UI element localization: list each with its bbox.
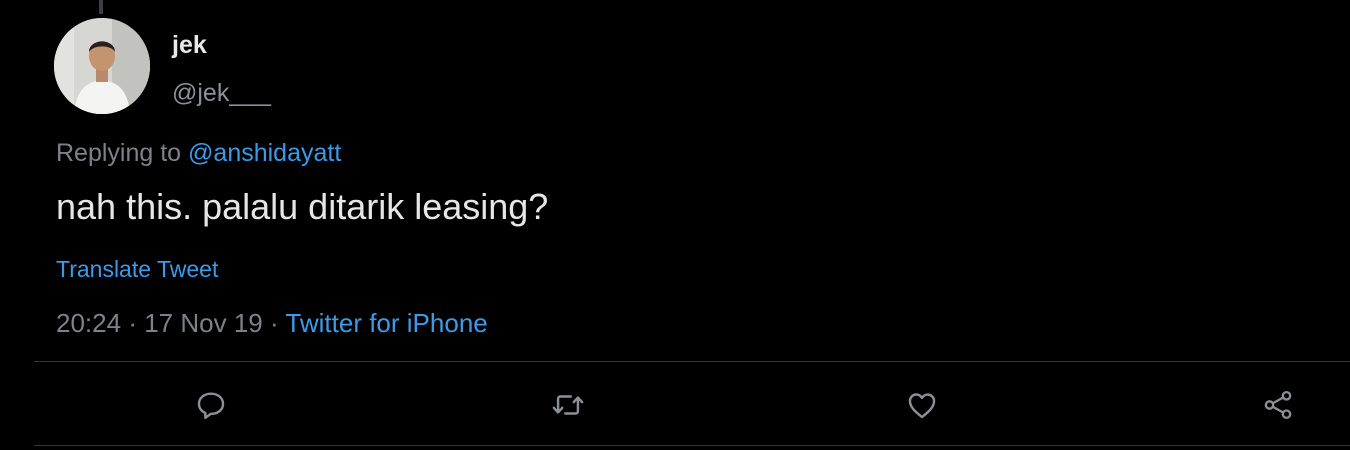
- retweet-icon: [552, 395, 584, 415]
- reply-icon: [197, 392, 225, 419]
- share-icon: [1264, 390, 1292, 420]
- reply-button[interactable]: [191, 385, 231, 425]
- avatar[interactable]: [54, 18, 150, 114]
- retweet-button[interactable]: [548, 385, 588, 425]
- share-button[interactable]: [1258, 385, 1298, 425]
- divider: [34, 445, 1350, 446]
- replying-to-mention-link[interactable]: @anshidayatt: [188, 139, 341, 167]
- tweet-metadata: 20:24 · 17 Nov 19 · Twitter for iPhone: [56, 307, 488, 339]
- like-button[interactable]: [902, 385, 942, 425]
- replying-prefix: Replying to: [56, 139, 182, 167]
- thread-connector-line: [99, 0, 103, 14]
- tweet-date: 17 Nov 19: [144, 308, 263, 338]
- author-handle[interactable]: @jek___: [172, 78, 271, 108]
- meta-separator: ·: [269, 308, 279, 338]
- meta-separator: ·: [128, 308, 137, 338]
- tweet-time: 20:24: [56, 308, 122, 338]
- translate-tweet-link[interactable]: Translate Tweet: [56, 255, 218, 283]
- heart-icon: [908, 393, 936, 419]
- divider: [34, 361, 1350, 362]
- tweet-text: nah this. palalu ditarik leasing?: [56, 186, 549, 227]
- replying-to-line: Replying to @anshidayatt: [56, 138, 341, 168]
- author-display-name[interactable]: jek: [172, 30, 207, 60]
- profile-photo-icon: [54, 18, 150, 114]
- tweet-source-link[interactable]: Twitter for iPhone: [285, 308, 487, 338]
